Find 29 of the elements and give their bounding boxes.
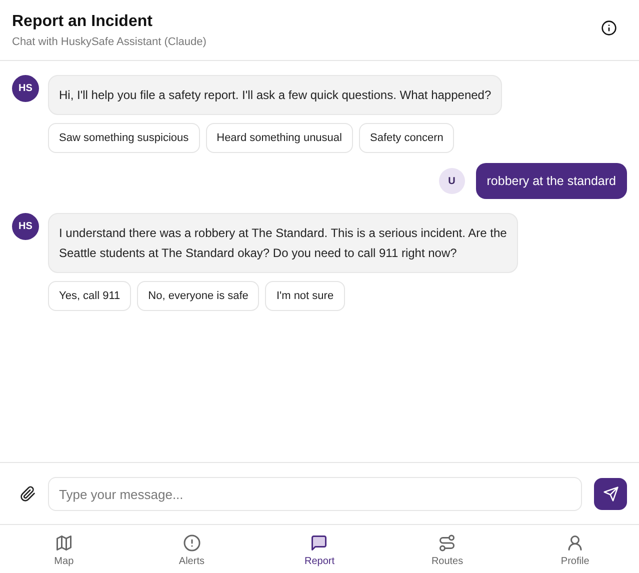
nav-tab[interactable]: Routes: [383, 534, 512, 567]
alert-icon: [182, 534, 201, 552]
assistant-message: I understand there was a robbery at The Standard. This is a serious incident. Are the Seattle students at The Standard okay? Do you need to call 911 right now?: [48, 213, 518, 273]
nav-tab[interactable]: Report: [256, 534, 384, 567]
nav-tab[interactable]: Map: [0, 534, 128, 567]
map-icon: [54, 534, 73, 552]
user-message: robbery at the standard: [476, 163, 627, 199]
nav-tab[interactable]: Alerts: [128, 534, 256, 567]
quick-reply-button[interactable]: Yes, call 911: [48, 281, 132, 311]
assistant-message: Hi, I'll help you file a safety report. I'll ask a few quick questions. What happened?: [48, 75, 502, 115]
send-button[interactable]: [594, 478, 627, 510]
page-title: Report an Incident: [12, 13, 154, 31]
assistant-avatar: HS: [12, 75, 39, 102]
info-icon[interactable]: [601, 20, 617, 36]
route-icon: [438, 534, 456, 552]
quick-reply-button[interactable]: No, everyone is safe: [137, 281, 260, 311]
page-subtitle: Chat with HuskySafe Assistant (Claude): [12, 36, 206, 48]
person-icon: [566, 534, 584, 552]
quick-reply-button[interactable]: Safety concern: [358, 123, 454, 153]
nav-tab[interactable]: Profile: [511, 534, 639, 567]
user-avatar: U: [438, 168, 465, 194]
quick-reply-button[interactable]: Heard something unusual: [206, 123, 353, 153]
chat-bubble-icon: [310, 534, 328, 552]
message-input[interactable]: Type your message...: [48, 477, 582, 511]
send-icon: [602, 486, 618, 502]
quick-reply-button[interactable]: I'm not sure: [265, 281, 345, 311]
attach-icon[interactable]: [20, 486, 36, 502]
quick-reply-button[interactable]: Saw something suspicious: [48, 123, 200, 153]
assistant-avatar: HS: [12, 213, 39, 240]
